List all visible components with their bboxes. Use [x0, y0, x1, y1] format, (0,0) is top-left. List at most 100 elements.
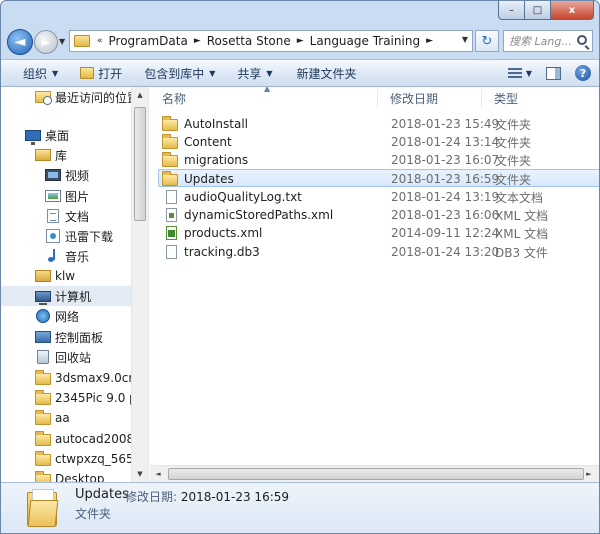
- breadcrumb-overflow[interactable]: «: [94, 36, 106, 46]
- breadcrumb-item[interactable]: Rosetta Stone: [204, 34, 294, 48]
- sidebar-item-recycle-bin[interactable]: 回收站: [1, 347, 131, 367]
- sidebar-item-music[interactable]: 音乐: [1, 246, 131, 266]
- sidebar-item-desktop[interactable]: 桌面: [1, 125, 131, 145]
- forward-button[interactable]: ►: [34, 30, 58, 54]
- organize-button[interactable]: 组织 ▼: [15, 62, 66, 84]
- view-options-icon[interactable]: [507, 68, 522, 78]
- file-name: tracking.db3: [184, 245, 260, 259]
- view-dropdown-icon[interactable]: ▼: [526, 69, 532, 78]
- file-row[interactable]: Content 2018-01-24 13:14 文件夹: [158, 133, 599, 151]
- file-row[interactable]: audioQualityLog.txt 2018-01-24 13:19 文本文…: [158, 188, 599, 206]
- close-button[interactable]: x: [550, 1, 594, 20]
- chevron-right-icon[interactable]: ►: [294, 36, 307, 46]
- sidebar-item-recent-places[interactable]: 最近访问的位置: [1, 87, 131, 107]
- minimize-button[interactable]: –: [498, 1, 524, 20]
- sidebar-item-folder[interactable]: aa: [1, 408, 131, 428]
- sidebar-item-folder[interactable]: ctwpxzq_56530: [1, 449, 131, 469]
- new-folder-button[interactable]: 新建文件夹: [289, 62, 365, 84]
- chevron-down-icon: ▼: [209, 68, 216, 78]
- file-type: XML 文档: [495, 208, 549, 223]
- scroll-left-icon[interactable]: ◄: [150, 466, 166, 482]
- folder-front: [27, 500, 59, 527]
- file-type: XML 文档: [495, 226, 549, 241]
- file-row[interactable]: products.xml 2014-09-11 12:24 XML 文档: [158, 224, 599, 242]
- include-in-library-button[interactable]: 包含到库中 ▼: [136, 62, 223, 84]
- details-modified-value: 2018-01-23 16:59: [180, 490, 290, 504]
- file-modified: 2018-01-24 13:20: [391, 245, 500, 259]
- chevron-down-icon: ▼: [52, 68, 59, 78]
- folder-icon: [74, 35, 90, 47]
- maximize-button[interactable]: □: [524, 1, 550, 20]
- network-icon: [36, 309, 50, 323]
- back-button[interactable]: ◄: [7, 29, 33, 55]
- library-icon: [35, 149, 51, 161]
- file-name: Content: [184, 135, 232, 149]
- file-type: 文件夹: [495, 153, 532, 168]
- breadcrumb-item[interactable]: Language Training: [307, 34, 423, 48]
- text-file-icon: [166, 190, 177, 204]
- sidebar-item-network[interactable]: 网络: [1, 306, 131, 326]
- scroll-down-icon[interactable]: ▼: [132, 466, 148, 482]
- sidebar-item-library[interactable]: 库: [1, 145, 131, 165]
- sidebar-item-computer[interactable]: 计算机: [1, 286, 131, 306]
- file-row[interactable]: migrations 2018-01-23 16:07 文件夹: [158, 151, 599, 169]
- file-row-selected[interactable]: Updates 2018-01-23 16:59 文件夹: [158, 169, 599, 187]
- content-area: 最近访问的位置 桌面 库 视频 图片 文档 迅雷下载 音乐 klw 计算机 网络…: [1, 87, 599, 482]
- folder-icon: [162, 133, 178, 149]
- file-row[interactable]: dynamicStoredPaths.xml 2018-01-23 16:06 …: [158, 206, 599, 224]
- folder-icon: [35, 450, 51, 466]
- sidebar-item-control-panel[interactable]: 控制面板: [1, 327, 131, 347]
- horizontal-scrollbar[interactable]: ◄ ►: [150, 465, 599, 482]
- address-bar[interactable]: « ProgramData ► Rosetta Stone ► Language…: [69, 30, 473, 52]
- share-label: 共享: [237, 66, 262, 81]
- desktop-icon: [25, 129, 41, 145]
- column-name[interactable]: 名称 ▲: [150, 87, 378, 109]
- chevron-right-icon[interactable]: ►: [191, 36, 204, 46]
- refresh-button[interactable]: ↻: [475, 30, 499, 52]
- file-modified: 2018-01-23 15:49: [391, 117, 500, 131]
- search-box[interactable]: [503, 30, 593, 52]
- control-panel-icon: [35, 331, 51, 343]
- scroll-up-icon[interactable]: ▲: [132, 87, 148, 103]
- file-modified: 2018-01-23 16:59: [391, 172, 500, 186]
- breadcrumb-item[interactable]: ProgramData: [106, 34, 191, 48]
- video-icon: [45, 169, 61, 181]
- music-icon: [46, 249, 60, 263]
- scrollbar-thumb[interactable]: [134, 107, 146, 221]
- file-name-cell: dynamicStoredPaths.xml: [164, 206, 333, 224]
- file-modified: 2018-01-24 13:19: [391, 190, 500, 204]
- command-bar: 组织 ▼ 打开 包含到库中 ▼ 共享 ▼ 新建文件夹 ▼ ?: [1, 59, 599, 87]
- sidebar-item-folder[interactable]: autocad2008_1:: [1, 429, 131, 449]
- sidebar-item-pictures[interactable]: 图片: [1, 186, 131, 206]
- scrollbar-thumb[interactable]: [168, 468, 584, 480]
- sidebar-item-thunder-downloads[interactable]: 迅雷下载: [1, 226, 131, 246]
- navigation-scrollbar[interactable]: ▲ ▼: [131, 87, 148, 482]
- title-bar[interactable]: – □ x: [1, 1, 599, 23]
- open-button[interactable]: 打开: [72, 62, 130, 84]
- column-type[interactable]: 类型: [482, 87, 599, 109]
- share-button[interactable]: 共享 ▼: [229, 62, 280, 84]
- sidebar-item-folder[interactable]: 3dsmax9.0cn_40: [1, 368, 131, 388]
- file-row[interactable]: tracking.db3 2018-01-24 13:20 DB3 文件: [158, 243, 599, 261]
- scroll-right-icon[interactable]: ►: [581, 466, 597, 482]
- help-icon[interactable]: ?: [575, 65, 591, 81]
- file-row[interactable]: AutoInstall 2018-01-23 15:49 文件夹: [158, 115, 599, 133]
- search-input[interactable]: [509, 34, 577, 48]
- sidebar-item-folder[interactable]: 2345Pic 9.0 pur: [1, 388, 131, 408]
- details-name: Updates: [75, 487, 129, 502]
- column-modified[interactable]: 修改日期: [378, 87, 482, 109]
- sidebar-item-klw[interactable]: klw: [1, 266, 131, 286]
- folder-icon: [162, 170, 178, 186]
- file-name-cell: products.xml: [164, 224, 262, 242]
- file-name: Updates: [184, 172, 234, 186]
- recent-pages-dropdown-icon[interactable]: ▼: [59, 37, 65, 46]
- preview-pane-icon[interactable]: [546, 66, 561, 80]
- chevron-right-icon[interactable]: ►: [423, 36, 436, 46]
- file-name: products.xml: [184, 226, 263, 240]
- sidebar-item-folder[interactable]: Desktop: [1, 469, 131, 482]
- address-dropdown-icon[interactable]: ▼: [462, 35, 468, 44]
- sidebar-item-documents[interactable]: 文档: [1, 206, 131, 226]
- sidebar-item-video[interactable]: 视频: [1, 165, 131, 185]
- search-icon[interactable]: [577, 35, 587, 45]
- explorer-window: – □ x ◄ ► ▼ « ProgramData ► Rosetta Ston…: [0, 0, 600, 534]
